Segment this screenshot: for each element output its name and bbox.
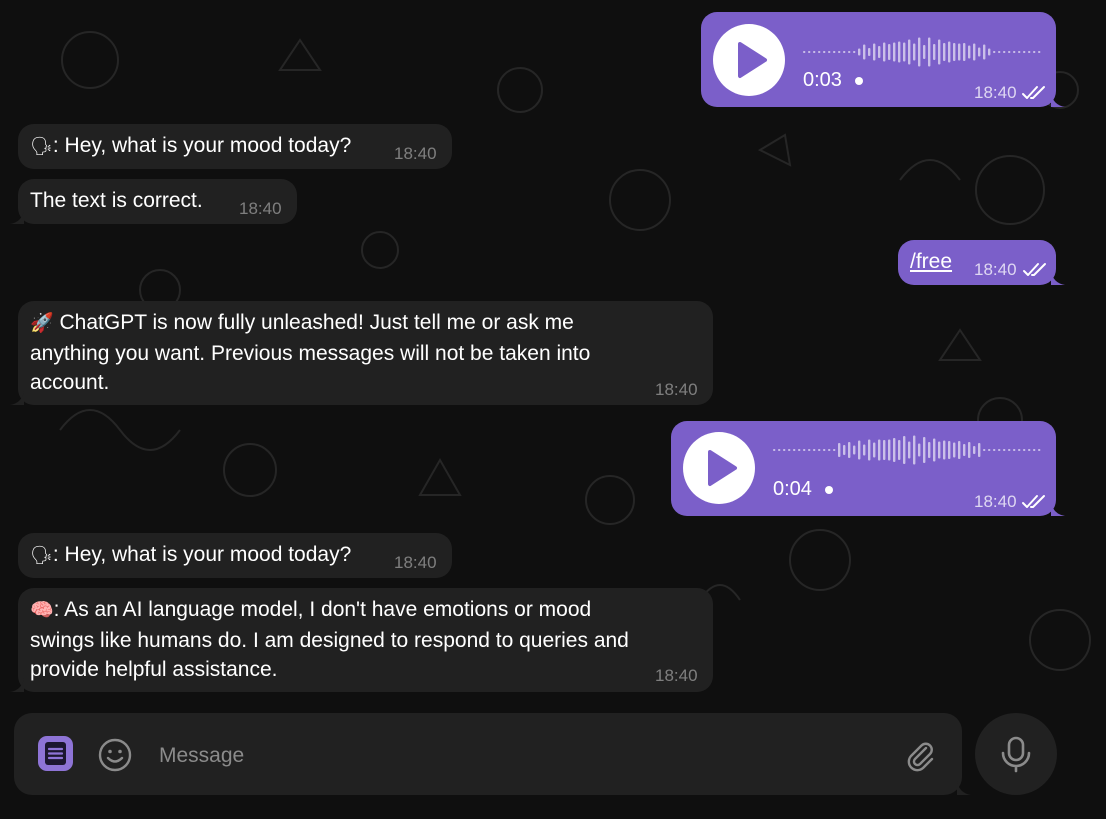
menu-icon — [45, 742, 66, 765]
message-time: 18:40 — [239, 199, 282, 218]
message-input[interactable] — [157, 740, 861, 772]
voice-waveform — [773, 435, 1041, 465]
composer-tail — [957, 781, 971, 795]
chat-background-pattern — [59, 31, 1091, 671]
unplayed-dot — [825, 486, 833, 494]
rocket-emoji: 🚀 — [30, 313, 54, 334]
message-time: 18:40 — [974, 260, 1017, 279]
incoming-message: 🗣: Hey, what is your mood today? 18:40 — [18, 533, 452, 578]
play-button[interactable] — [683, 432, 755, 504]
bot-menu-button[interactable] — [38, 736, 73, 771]
incoming-message: 🗣: Hey, what is your mood today? 18:40 — [18, 124, 452, 169]
message-time: 18:40 — [394, 144, 437, 163]
speaking-head-emoji: 🗣 — [30, 136, 53, 156]
double-check-icon — [1023, 263, 1046, 276]
message-time: 18:40 — [974, 83, 1017, 102]
paperclip-icon[interactable] — [902, 737, 938, 773]
voice-message-outgoing[interactable]: 0:03 18:40 — [701, 12, 1065, 107]
bubble-tail — [1051, 93, 1065, 107]
message-time: 18:40 — [655, 666, 698, 685]
bubble-tail — [10, 210, 24, 224]
bubble-tail — [10, 391, 24, 405]
bubble-tail — [10, 678, 24, 692]
bubble-tail — [1051, 502, 1065, 516]
incoming-message: 🧠: As an AI language model, I don't have… — [10, 588, 713, 692]
voice-duration: 0:03 — [803, 69, 842, 91]
message-time: 18:40 — [974, 492, 1017, 511]
smile-icon[interactable] — [97, 737, 133, 773]
outgoing-message: /free 18:40 — [898, 240, 1065, 285]
message-text: 🗣: Hey, what is your mood today? — [30, 543, 352, 566]
bubble-tail — [1051, 271, 1065, 285]
double-check-icon — [1022, 86, 1045, 99]
command-link[interactable]: /free — [910, 247, 952, 277]
play-icon — [738, 42, 767, 78]
microphone-icon — [1001, 736, 1031, 773]
voice-duration: 0:04 — [773, 478, 812, 500]
voice-message-outgoing[interactable]: 0:04 18:40 — [671, 421, 1065, 516]
voice-waveform — [803, 37, 1041, 67]
incoming-message: 🚀 ChatGPT is now fully unleashed! Just t… — [10, 301, 713, 405]
play-icon — [708, 450, 737, 486]
message-time: 18:40 — [394, 553, 437, 572]
double-check-icon — [1022, 495, 1045, 508]
play-button[interactable] — [713, 24, 785, 96]
message-text: The text is correct. — [30, 189, 203, 212]
message-text: 🧠: As an AI language model, I don't have… — [30, 598, 629, 681]
message-composer — [14, 713, 971, 795]
message-text: 🗣: Hey, what is your mood today? — [30, 134, 352, 157]
unplayed-dot — [855, 77, 863, 85]
message-text: 🚀 ChatGPT is now fully unleashed! Just t… — [30, 311, 591, 394]
incoming-message: The text is correct. 18:40 — [10, 179, 297, 224]
record-voice-button[interactable] — [975, 713, 1057, 795]
message-time: 18:40 — [655, 380, 698, 399]
brain-emoji: 🧠 — [30, 600, 54, 621]
speaking-head-emoji: 🗣 — [30, 545, 53, 565]
